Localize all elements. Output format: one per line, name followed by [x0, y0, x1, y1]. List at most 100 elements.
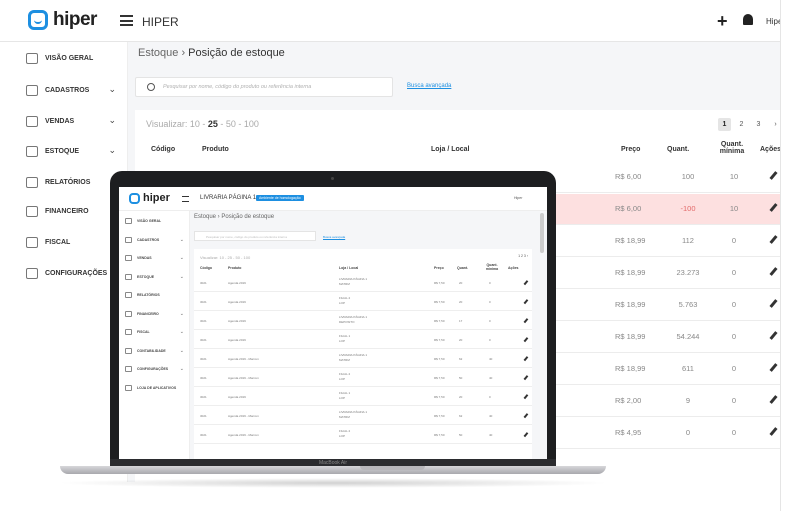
col-quant-minima[interactable]: Quant. mínima [717, 141, 747, 155]
quantity-cell: 112 [682, 236, 694, 245]
sidebar-item-visogeral[interactable]: VISÃO GERAL [26, 51, 126, 65]
screen-sidebar-icon [125, 329, 132, 335]
screen-search-placeholder: Pesquisar por nome, código do produto ou… [206, 235, 287, 239]
screen-table-row: 3021 Agenda 2019 FILIAL 1 R$ 7,50 20 0 LOP [194, 388, 532, 406]
edit-icon[interactable] [769, 171, 778, 180]
edit-icon[interactable] [769, 331, 778, 340]
min-quantity-cell: 0 [731, 300, 737, 309]
search-input[interactable]: Pesquisar por nome, código do produto ou… [135, 77, 393, 97]
screen-cell-loja: FILIAL 1 [339, 391, 351, 395]
screen-chevron-icon: ⌄ [179, 310, 184, 317]
laptop-shadow [55, 478, 611, 488]
min-quantity-cell: 0 [731, 236, 737, 245]
sidebar-item-estoque[interactable]: ESTOQUE ⌄ [26, 144, 126, 158]
laptop-notch [360, 466, 425, 470]
add-icon[interactable]: + [717, 11, 728, 32]
sidebar-item-label: FISCAL [45, 238, 71, 246]
screen-cell-min: 0 [489, 281, 491, 285]
page-size-10[interactable]: 10 [190, 119, 200, 129]
screen-cell-local: LOP [339, 377, 346, 381]
screen-cell-local: LOP [339, 396, 346, 400]
sidebar-item-label: CONFIGURAÇÕES [45, 269, 108, 277]
col-preco[interactable]: Preço [621, 146, 640, 153]
logo[interactable]: hiper [28, 9, 97, 31]
screen-cell-prod: Agenda 2019 [228, 395, 246, 399]
screen-cell-preco: R$ 7,50 [434, 414, 445, 418]
screen-table-row: 3021 Agenda 2019 - Marrom LIVRARIA PÁGINA … [194, 350, 532, 368]
screen-sidebar-item: ESTOQUE ⌄ [125, 273, 187, 281]
screen-edit-icon [523, 337, 528, 342]
screen-sidebar: VISÃO GERAL CADASTROS ⌄ VENDAS ⌄ ESTOQUE ⌄ RELA… [119, 211, 190, 460]
col-loja[interactable]: Loja / Local [431, 146, 470, 153]
page-1[interactable]: 1 [718, 118, 731, 131]
edit-icon[interactable] [769, 427, 778, 436]
page-size-25[interactable]: 25 [208, 119, 218, 129]
screen-pagination: 1 2 3 › [518, 254, 528, 258]
screen-scrollbar [540, 213, 544, 253]
document-icon [26, 236, 38, 248]
screen-col-header: Quant. [457, 266, 469, 270]
screen-edit-icon [523, 432, 528, 437]
screen-cell-loja: LIVRARIA PÁGINA 1 [339, 410, 368, 414]
price-cell: R$ 6,00 [615, 204, 642, 213]
screen-chevron-icon: ⌄ [179, 347, 184, 354]
screen-cell-cod: 3021 [200, 395, 207, 399]
search-icon [147, 83, 155, 91]
screen-col-header: Quant. mínima [485, 263, 499, 271]
screen-table: Visualizar: 10 - 25 - 50 - 100 1 2 3 › C… [194, 249, 532, 460]
col-quant[interactable]: Quant. [667, 146, 689, 153]
page-size-50[interactable]: 50 [226, 119, 236, 129]
visualizar-label: Visualizar: [146, 119, 188, 129]
screen-cell-cod: 3021 [200, 433, 207, 437]
edit-icon[interactable] [769, 395, 778, 404]
breadcrumb-parent[interactable]: Estoque [138, 47, 178, 59]
menu-toggle-icon[interactable] [120, 15, 133, 26]
screen-cell-prod: Agenda 2019 - Marrom [228, 357, 259, 361]
id-card-icon [26, 84, 38, 96]
screen-chevron-icon: ⌄ [179, 366, 184, 372]
col-produto[interactable]: Produto [202, 146, 229, 153]
screen-breadcrumb: Estoque › Posição de estoque [194, 214, 275, 220]
sidebar-item-vendas[interactable]: VENDAS ⌄ [26, 114, 126, 128]
screen-main: Estoque › Posição de estoque Pesquisar p… [190, 211, 547, 460]
pagination: 1 2 3 › [718, 118, 782, 131]
screen-menu-icon [182, 196, 189, 202]
page-2[interactable]: 2 [735, 118, 748, 131]
logo-text: hiper [53, 9, 97, 30]
screen-cell-min: 0 [489, 395, 491, 399]
screen-sidebar-icon [125, 366, 132, 372]
price-cell: R$ 2,00 [615, 396, 642, 405]
screen-table-row: 3021 Agenda 2019 FILIAL 2 R$ 7,50 20 0 LOP [194, 293, 532, 311]
screen-table-row: 3021 Agenda 2019 LIVRARIA PÁGINA 1 R$ 7,50 2… [194, 274, 532, 292]
chevron-down-icon: ⌄ [108, 115, 116, 125]
edit-icon[interactable] [769, 203, 778, 212]
screen-edit-icon [523, 356, 528, 361]
col-acoes: Ações [760, 146, 782, 153]
screen-cell-prod: Agenda 2019 [228, 319, 246, 323]
screen-table-row: 3021 Agenda 2019 - Marrom FILIAL 2 R$ 7,50 5… [194, 426, 532, 444]
edit-icon[interactable] [769, 235, 778, 244]
page-size-100[interactable]: 100 [244, 119, 259, 129]
screen-cell-preco: R$ 7,50 [434, 300, 445, 304]
screen-sidebar-label: VISÃO GERAL [137, 219, 162, 223]
edit-icon[interactable] [769, 363, 778, 372]
screen-sidebar-icon [125, 218, 132, 224]
price-cell: R$ 18,99 [615, 268, 646, 277]
screen-col-header: Ações [508, 266, 519, 270]
page-3[interactable]: 3 [752, 118, 765, 131]
col-codigo[interactable]: Código [151, 146, 175, 153]
sidebar-item-cadastros[interactable]: CADASTROS ⌄ [26, 83, 126, 97]
app-title: HIPER [142, 15, 179, 29]
screen-cell-cod: 3021 [200, 300, 207, 304]
edit-icon[interactable] [769, 299, 778, 308]
advanced-search-link[interactable]: Busca avançada [407, 83, 451, 89]
bell-icon[interactable] [743, 14, 753, 25]
screen-cell-preco: R$ 7,50 [434, 319, 445, 323]
edit-icon[interactable] [769, 267, 778, 276]
screen-cell-q: 20 [459, 281, 463, 285]
screen-cell-cod: 3021 [200, 376, 207, 380]
screen-cell-local: MATRIZ [339, 282, 350, 286]
screen-edit-icon [523, 318, 528, 323]
screen-top-bar: hiper LIVRARIA PÁGINA 1 Ambiente de homo… [119, 187, 547, 211]
screen-cell-q: 62 [459, 357, 463, 361]
